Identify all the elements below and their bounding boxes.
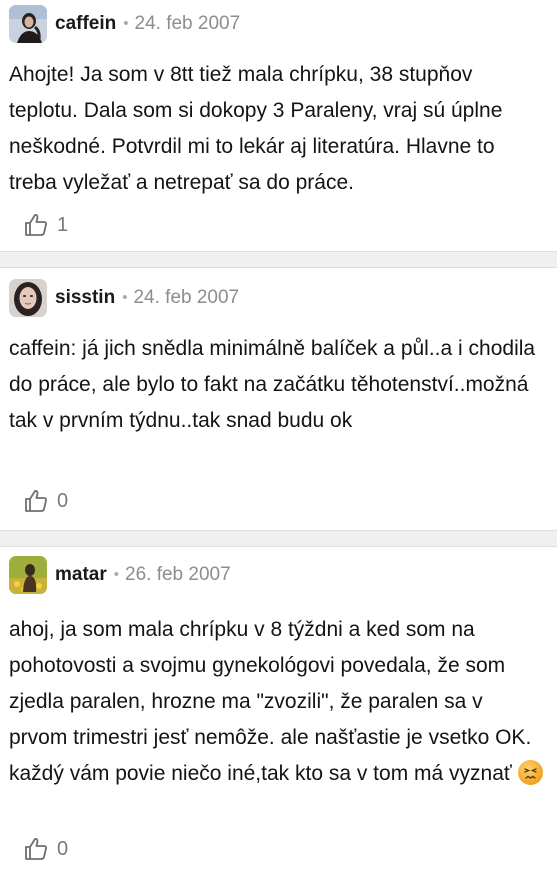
post-header: sisstin • 24. feb 2007 bbox=[0, 268, 557, 323]
comment-post: matar • 26. feb 2007 ahoj, ja som mala c… bbox=[0, 547, 557, 877]
like-count: 0 bbox=[57, 489, 69, 512]
post-text: caffein: já jich snědla minimálně balíče… bbox=[9, 337, 536, 432]
post-date: 24. feb 2007 bbox=[134, 13, 241, 34]
avatar-image bbox=[9, 556, 47, 594]
thumbs-up-icon bbox=[25, 214, 47, 236]
post-date: 26. feb 2007 bbox=[125, 564, 231, 585]
post-text: Ahojte! Ja som v 8tt tiež mala chrípku, … bbox=[9, 63, 503, 194]
post-divider bbox=[0, 251, 557, 268]
like-button[interactable]: 0 bbox=[0, 829, 68, 869]
confounded-face-emoji bbox=[517, 760, 543, 785]
avatar-image bbox=[9, 279, 47, 317]
like-button[interactable]: 1 bbox=[0, 205, 68, 245]
avatar-image bbox=[9, 5, 47, 43]
separator-dot: • bbox=[122, 288, 128, 306]
username[interactable]: matar bbox=[55, 564, 107, 586]
like-button[interactable]: 0 bbox=[0, 481, 68, 521]
separator-dot: • bbox=[123, 14, 129, 32]
username[interactable]: caffein bbox=[55, 13, 116, 35]
post-header: caffein • 24. feb 2007 bbox=[0, 0, 557, 48]
like-count: 0 bbox=[57, 837, 69, 860]
avatar[interactable] bbox=[9, 5, 47, 43]
post-date: 24. feb 2007 bbox=[133, 287, 240, 308]
avatar[interactable] bbox=[9, 279, 47, 317]
like-count: 1 bbox=[57, 213, 69, 236]
comment-post: caffein • 24. feb 2007 Ahojte! Ja som v … bbox=[0, 0, 557, 251]
avatar[interactable] bbox=[9, 556, 47, 594]
comment-post: sisstin • 24. feb 2007 caffein: já jich … bbox=[0, 268, 557, 530]
thumbs-up-icon bbox=[25, 838, 47, 860]
separator-dot: • bbox=[113, 565, 120, 583]
thumbs-up-icon bbox=[25, 490, 47, 512]
post-divider bbox=[0, 530, 557, 547]
post-header: matar • 26. feb 2007 bbox=[0, 547, 557, 600]
post-text-content: ahoj, ja som mala chrípku v 8 týždni a k… bbox=[9, 618, 532, 785]
username[interactable]: sisstin bbox=[55, 287, 115, 309]
post-text: ahoj, ja som mala chrípku v 8 týždni a k… bbox=[0, 612, 557, 792]
